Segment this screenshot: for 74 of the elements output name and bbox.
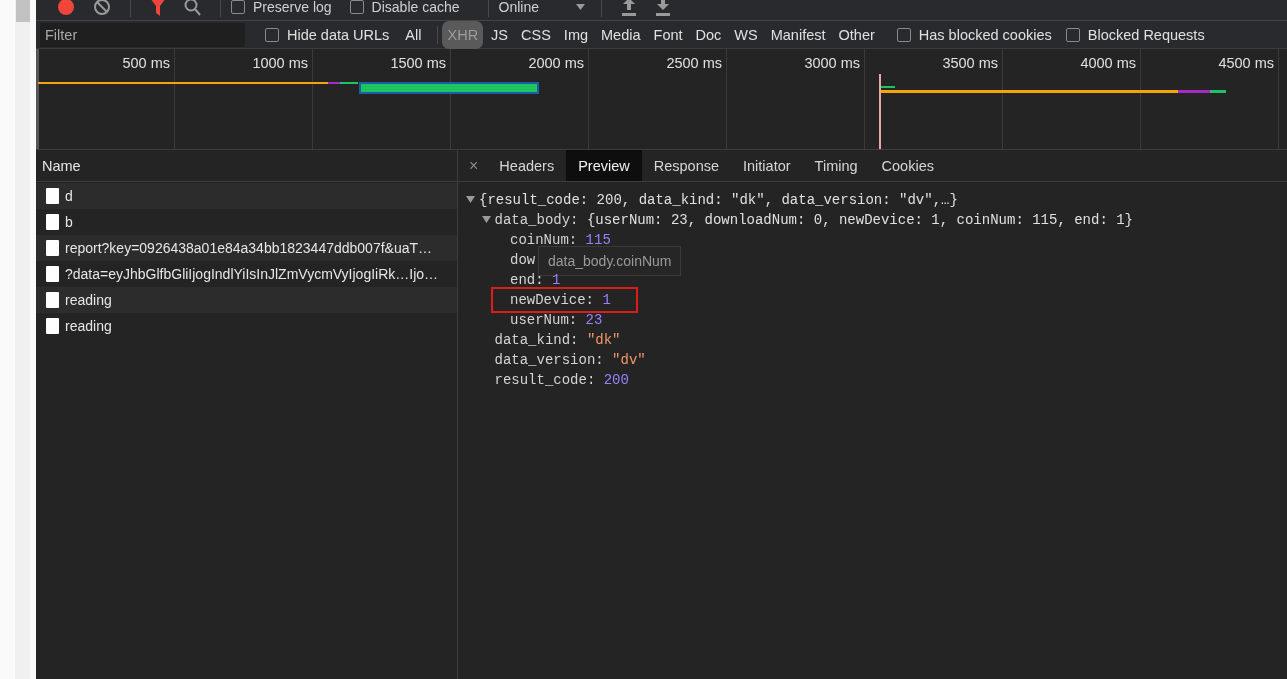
tab[interactable]: Timing bbox=[802, 150, 870, 181]
file-icon bbox=[46, 188, 59, 204]
upload-icon[interactable] bbox=[620, 0, 637, 16]
file-icon bbox=[46, 266, 59, 282]
type-filter[interactable]: Media bbox=[596, 20, 646, 49]
tab[interactable]: Initiator bbox=[731, 150, 803, 181]
property-value: "dk" bbox=[586, 331, 621, 350]
time-tick-label: 2000 ms bbox=[528, 54, 585, 71]
checkbox[interactable] bbox=[231, 0, 245, 14]
type-filter[interactable]: Img bbox=[558, 20, 594, 49]
checkbox-label[interactable]: Preserve log bbox=[253, 0, 332, 15]
property-value: 200 bbox=[603, 371, 629, 390]
type-filter[interactable]: CSS bbox=[516, 20, 556, 49]
download-icon[interactable] bbox=[654, 0, 671, 16]
request-name[interactable]: reading bbox=[65, 318, 112, 334]
request-name[interactable]: ?data=eyJhbGlfbGliIjogIndlYiIsInJlZmVycmVyIjogIiRk…Ijo… bbox=[65, 266, 439, 282]
tab[interactable]: Cookies bbox=[869, 150, 946, 181]
type-filter[interactable]: Font bbox=[648, 20, 688, 49]
record-icon[interactable] bbox=[57, 0, 75, 16]
file-icon bbox=[46, 214, 59, 230]
type-filter[interactable]: Doc bbox=[690, 20, 727, 49]
property-value: "dv" bbox=[612, 351, 646, 370]
type-filter[interactable]: JS bbox=[486, 20, 514, 49]
request-name[interactable]: reading bbox=[65, 292, 112, 308]
property-name: data_body: bbox=[494, 211, 579, 230]
checkbox-label[interactable]: Disable cache bbox=[371, 0, 460, 15]
column-header[interactable]: Name bbox=[42, 157, 81, 174]
scrollbar-thumb[interactable] bbox=[16, 0, 30, 22]
close-button[interactable]: × bbox=[458, 150, 488, 181]
checkbox[interactable] bbox=[265, 27, 279, 42]
time-tick-label: 1500 ms bbox=[390, 54, 447, 71]
file-icon bbox=[46, 240, 59, 256]
checkbox-label[interactable]: Has blocked cookies bbox=[918, 26, 1052, 43]
property-name: dow bbox=[510, 251, 536, 270]
object-preview[interactable]: {userNum: 23, downloadNum: 0, newDevice: 1, coinNum: 115, end: 1} bbox=[586, 210, 1133, 230]
time-tick-label: 500 ms bbox=[122, 54, 171, 71]
property-value: 1 bbox=[602, 291, 611, 310]
request-name[interactable]: d bbox=[65, 188, 73, 204]
tab[interactable]: Response bbox=[641, 150, 732, 181]
request-name[interactable]: b bbox=[65, 214, 73, 230]
time-tick-label: 4500 ms bbox=[1218, 54, 1275, 71]
time-tick-label: 3500 ms bbox=[942, 54, 999, 71]
type-filter[interactable]: Manifest bbox=[765, 20, 831, 49]
checkbox[interactable] bbox=[349, 0, 364, 14]
time-tick-label: 2500 ms bbox=[666, 54, 723, 71]
expand-arrow-icon[interactable] bbox=[466, 196, 475, 204]
checkbox-label[interactable]: Blocked Requests bbox=[1087, 26, 1205, 43]
type-filter[interactable]: All bbox=[400, 20, 427, 49]
search-icon[interactable] bbox=[184, 0, 201, 16]
caret-icon[interactable] bbox=[575, 4, 585, 10]
checkbox[interactable] bbox=[896, 27, 911, 42]
time-tick-label: 4000 ms bbox=[1080, 54, 1137, 71]
file-icon bbox=[46, 292, 59, 308]
property-name: data_kind: bbox=[494, 331, 579, 350]
type-filter[interactable]: WS bbox=[729, 20, 763, 49]
throttling-select[interactable]: Online bbox=[498, 0, 539, 15]
file-icon bbox=[46, 318, 59, 334]
property-name: data_version: bbox=[494, 351, 604, 370]
property-name: newDevice: bbox=[510, 291, 594, 310]
property-name: result_code: bbox=[494, 371, 596, 390]
property-value: 23 bbox=[585, 311, 603, 330]
filter-icon[interactable] bbox=[150, 0, 166, 16]
checkbox[interactable] bbox=[1065, 27, 1080, 42]
tab[interactable]: Preview bbox=[566, 150, 642, 181]
time-tick-label: 1000 ms bbox=[252, 54, 309, 71]
tab[interactable]: Headers bbox=[487, 150, 567, 181]
time-tick-label: 3000 ms bbox=[804, 54, 861, 71]
type-filter[interactable]: Other bbox=[833, 20, 880, 49]
expand-arrow-icon[interactable] bbox=[481, 216, 491, 224]
property-name: userNum: bbox=[510, 311, 578, 330]
checkbox-label[interactable]: Hide data URLs bbox=[287, 26, 390, 43]
object-preview[interactable]: {result_code: 200, data_kind: "dk", data_version: "dv",…} bbox=[479, 190, 958, 210]
clear-icon[interactable] bbox=[93, 0, 111, 16]
filter-field[interactable]: Filter bbox=[40, 22, 245, 47]
